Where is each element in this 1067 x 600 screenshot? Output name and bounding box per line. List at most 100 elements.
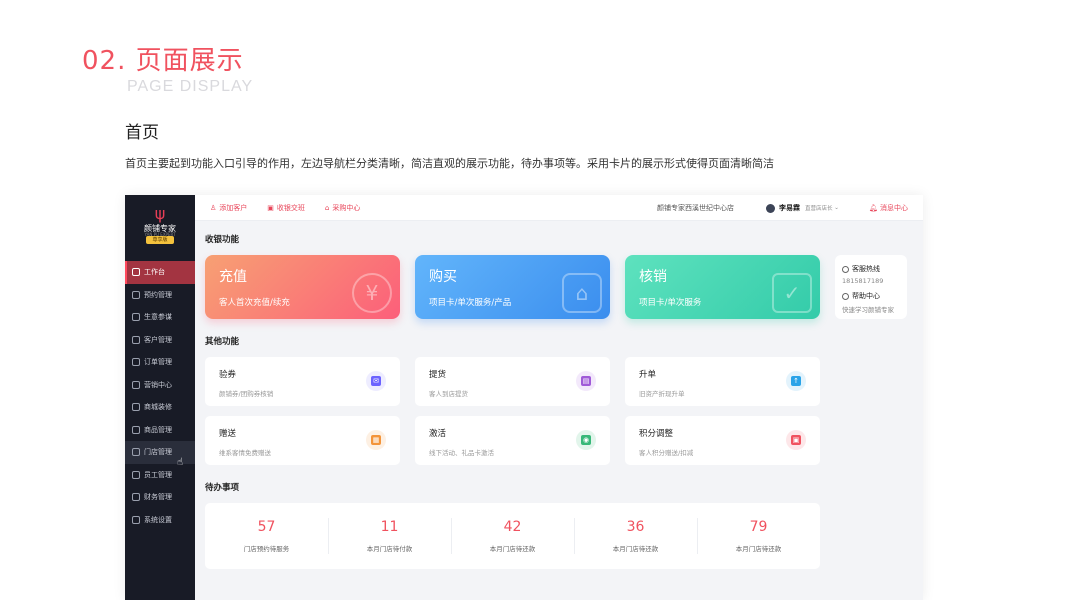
sidebar-item-label: 商城装修 (144, 403, 172, 412)
marketing-icon (132, 380, 140, 389)
link-label: 添加客户 (219, 204, 248, 212)
todo-item[interactable]: 57 门店预约待服务 (205, 503, 328, 569)
todo-count: 11 (380, 519, 399, 535)
todo-item[interactable]: 11 本月门店待付款 (328, 503, 451, 569)
pickup-card[interactable]: 提货 客人到店提货 ▤ (415, 357, 610, 406)
coupon-icon: ✉ (366, 371, 386, 391)
unlock-icon: ◉ (576, 430, 596, 450)
card-desc: 线下活动、礼品卡激活 (429, 449, 494, 457)
message-center-link[interactable]: 🔔︎ 消息中心 (869, 203, 908, 213)
slide-subtitle: PAGE DISPLAY (127, 78, 254, 95)
cashier-section-title: 收银功能 (205, 235, 240, 245)
sidebar-item-orders[interactable]: 订单管理 (125, 351, 195, 374)
product-icon (132, 425, 140, 434)
points-icon: ▣ (786, 430, 806, 450)
store-name[interactable]: 颜铺专家西溪世纪中心店 (657, 203, 734, 213)
gift-card[interactable]: 赠送 维系客情免费赠送 ▦ (205, 416, 400, 465)
sidebar-item-dashboard[interactable]: 工作台 (125, 261, 195, 284)
store-icon (132, 448, 140, 457)
todo-panel: 57 门店预约待服务 11 本月门店待付款 42 本月门店待还款 36 本月门店待还款 … (205, 503, 820, 569)
todo-count: 36 (626, 519, 645, 535)
sidebar-item-label: 客户管理 (144, 335, 172, 344)
add-customer-link[interactable]: ♙ 添加客户 (210, 203, 247, 213)
todo-item[interactable]: 42 本月门店待还款 (451, 503, 574, 569)
hotline-number: 1815817189 (842, 277, 884, 285)
sidebar-item-label: 营销中心 (144, 380, 172, 389)
sidebar-nav: 工作台 预约管理 生意参谋 客户管理 订单管理 营销中心 商城装修 商品管理 门… (125, 261, 195, 531)
help-center-label: 帮助中心 (852, 292, 880, 300)
calendar-icon (132, 290, 140, 299)
icon-glyph: ▣ (791, 435, 801, 445)
help-center-row[interactable]: 帮助中心 (842, 291, 880, 301)
section-description: 首页主要起到功能入口引导的作用，左边导航栏分类清晰，简洁直观的展示功能，待办事项… (125, 157, 774, 170)
todo-item[interactable]: 36 本月门店待还款 (574, 503, 697, 569)
slide: 02. 页面展示 PAGE DISPLAY 首页 首页主要起到功能入口引导的作用… (0, 0, 1067, 600)
sidebar-item-products[interactable]: 商品管理 (125, 419, 195, 442)
card-desc: 旧资产折现升单 (639, 390, 685, 398)
icon-glyph: ▤ (581, 376, 591, 386)
purchase-center-link[interactable]: ⌂ 采购中心 (325, 203, 360, 213)
upgrade-icon: ↑ (786, 371, 806, 391)
sidebar-item-business[interactable]: 生意参谋 (125, 306, 195, 329)
coupon-card[interactable]: 验券 颜铺券/团购券核销 ✉ (205, 357, 400, 406)
link-label: 采购中心 (332, 204, 361, 212)
card-title: 核销 (639, 269, 667, 285)
finance-icon (132, 493, 140, 502)
card-desc: 维系客情免费赠送 (219, 449, 271, 457)
sidebar-item-finance[interactable]: 财务管理 (125, 486, 195, 509)
purchase-card[interactable]: 购买 项目卡/单次服务/产品 ⌂ (415, 255, 610, 319)
card-desc: 项目卡/单次服务 (639, 298, 702, 308)
todo-count: 57 (257, 519, 276, 535)
headset-icon (842, 265, 849, 273)
section-title: 首页 (125, 123, 159, 143)
quick-links: ♙ 添加客户 ▣ 收银交班 ⌂ 采购中心 (210, 195, 380, 221)
user-menu[interactable]: 李易霖 直营店店长 ⌄ (766, 203, 839, 213)
slide-number-title: 02. 页面展示 (82, 46, 244, 76)
card-title: 购买 (429, 269, 457, 285)
sidebar-item-customers[interactable]: 客户管理 (125, 329, 195, 352)
card-title: 验券 (219, 370, 237, 380)
logo-icon: ψ (154, 204, 166, 223)
sidebar-item-appointments[interactable]: 预约管理 (125, 284, 195, 307)
gift-icon: ▦ (366, 430, 386, 450)
sidebar-item-label: 系统设置 (144, 515, 172, 524)
card-desc: 颜铺券/团购券核销 (219, 390, 274, 398)
points-card[interactable]: 积分调整 客人积分赠送/扣减 ▣ (625, 416, 820, 465)
card-title: 充值 (219, 269, 247, 285)
sidebar-item-label: 员工管理 (144, 470, 172, 479)
sidebar-item-marketing[interactable]: 营销中心 (125, 374, 195, 397)
hand-cursor-icon: ☝ (177, 457, 184, 468)
card-title: 积分调整 (639, 429, 674, 439)
topbar: ♙ 添加客户 ▣ 收银交班 ⌂ 采购中心 颜铺专家西溪世纪中心店 李易霖 直营店店长 … (195, 195, 923, 221)
settings-icon (132, 515, 140, 524)
help-icon (842, 292, 849, 300)
sidebar-item-shop-decor[interactable]: 商城装修 (125, 396, 195, 419)
sidebar-item-stores[interactable]: 门店管理 (125, 441, 195, 464)
recharge-card[interactable]: 充值 客人首次充值/续充 ¥ (205, 255, 400, 319)
user-name: 李易霖 (779, 204, 800, 212)
topbar-right: 颜铺专家西溪世纪中心店 李易霖 直营店店长 ⌄ 🔔︎ 消息中心 (657, 195, 908, 221)
other-section-title: 其他功能 (205, 337, 240, 347)
cashier-icon: ▣ (267, 204, 274, 212)
todo-item[interactable]: 79 本月门店待还款 (697, 503, 820, 569)
sidebar-item-staff[interactable]: 员工管理 (125, 464, 195, 487)
sidebar-item-settings[interactable]: 系统设置 (125, 509, 195, 532)
hotline-row[interactable]: 客服热线 (842, 264, 880, 274)
activate-card[interactable]: 激活 线下活动、礼品卡激活 ◉ (415, 416, 610, 465)
hotline-label: 客服热线 (852, 265, 880, 273)
avatar (766, 203, 775, 213)
todo-count: 79 (749, 519, 768, 535)
upgrade-card[interactable]: 升单 旧资产折现升单 ↑ (625, 357, 820, 406)
card-desc: 客人积分赠送/扣减 (639, 449, 694, 457)
card-desc: 客人首次充值/续充 (219, 298, 290, 308)
app-screenshot: ψ 颜铺专家 YAN PU EXPERT 尊享版 工作台 预约管理 生意参谋 客… (125, 195, 923, 600)
verify-card[interactable]: 核销 项目卡/单次服务 ✓ (625, 255, 820, 319)
sidebar-item-label: 商品管理 (144, 425, 172, 434)
todo-label: 本月门店待还款 (489, 545, 536, 553)
purchase-icon: ⌂ (324, 204, 330, 212)
order-icon (132, 358, 140, 367)
bag-icon: ⌂ (562, 273, 602, 313)
sidebar-item-label: 门店管理 (144, 448, 172, 457)
todo-count: 42 (503, 519, 522, 535)
cashier-shift-link[interactable]: ▣ 收银交班 (267, 203, 305, 213)
